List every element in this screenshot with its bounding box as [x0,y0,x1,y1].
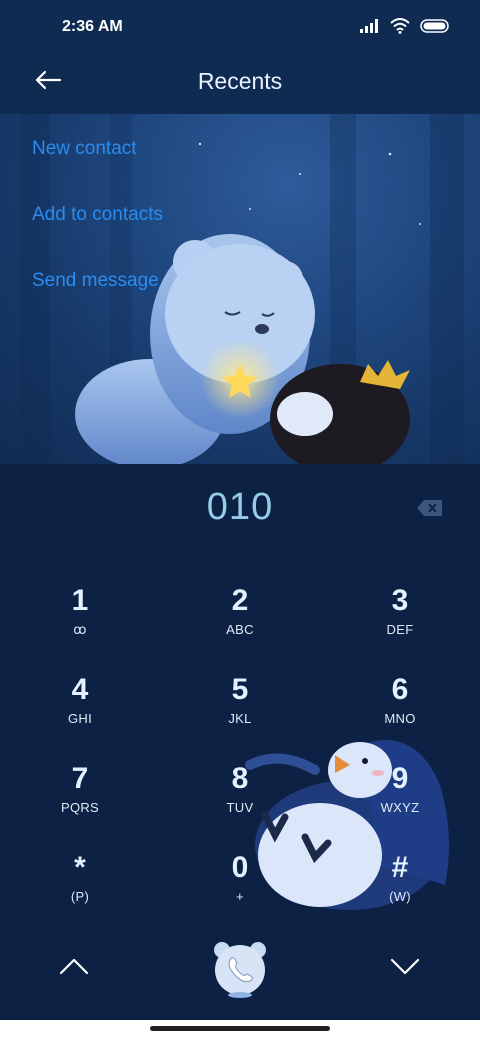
key-7[interactable]: 7 PQRS [20,762,140,838]
key-letters: TUV [226,800,254,815]
key-digit: * [74,851,86,884]
key-digit: 3 [391,584,409,617]
phone-icon [210,942,270,1002]
key-digit: # [391,851,409,884]
key-letters: ꝏ [73,622,87,637]
call-button[interactable] [210,938,270,998]
add-to-contacts-link[interactable]: Add to contacts [32,204,163,226]
chevron-down-icon [390,957,420,980]
backspace-button[interactable] [416,498,444,518]
key-6[interactable]: 6 MNO [340,673,460,749]
key-letters: (W) [389,889,411,904]
key-letters: GHI [67,711,92,726]
key-letters: WXYZ [380,800,420,815]
key-digit: 7 [71,762,89,795]
key-letters: DEF [386,622,414,637]
battery-icon [420,19,450,38]
key-9[interactable]: 9 WXYZ [340,762,460,838]
key-0[interactable]: 0 + [180,851,300,927]
key-5[interactable]: 5 JKL [180,673,300,749]
chevron-up-icon [59,957,89,980]
status-icons [360,18,450,39]
page-title: Recents [197,68,283,94]
key-star[interactable]: * (P) [20,851,140,927]
home-indicator[interactable] [150,1026,330,1031]
key-digit: 1 [71,584,89,617]
status-time: 2:36 AM [62,18,123,35]
key-letters: JKL [228,711,252,726]
send-message-link[interactable]: Send message [32,270,159,292]
key-digit: 4 [71,673,89,706]
status-bar: 2:36 AM [0,0,480,56]
key-hash[interactable]: # (W) [340,851,460,927]
key-letters: (P) [70,889,90,904]
key-letters: PQRS [60,800,100,815]
expand-keypad-button[interactable] [383,946,427,990]
key-digit: 2 [231,584,249,617]
key-2[interactable]: 2 ABC [180,584,300,660]
dialed-number: 010 [206,486,274,528]
key-4[interactable]: 4 GHI [20,673,140,749]
key-digit: 6 [391,673,409,706]
key-letters: ABC [226,622,254,637]
new-contact-link[interactable]: New contact [32,138,137,160]
collapse-keypad-button[interactable] [52,946,96,990]
key-8[interactable]: 8 TUV [180,762,300,838]
wifi-icon [390,18,410,39]
key-1[interactable]: 1 ꝏ [20,584,140,660]
key-digit: 8 [231,762,249,795]
key-digit: 9 [391,762,409,795]
key-letters: + [236,889,244,904]
key-digit: 5 [231,673,249,706]
backspace-icon [416,500,444,522]
key-letters: MNO [384,711,416,726]
key-3[interactable]: 3 DEF [340,584,460,660]
signal-icon [360,19,380,38]
app-bar: Recents [0,56,480,114]
key-digit: 0 [231,851,249,884]
